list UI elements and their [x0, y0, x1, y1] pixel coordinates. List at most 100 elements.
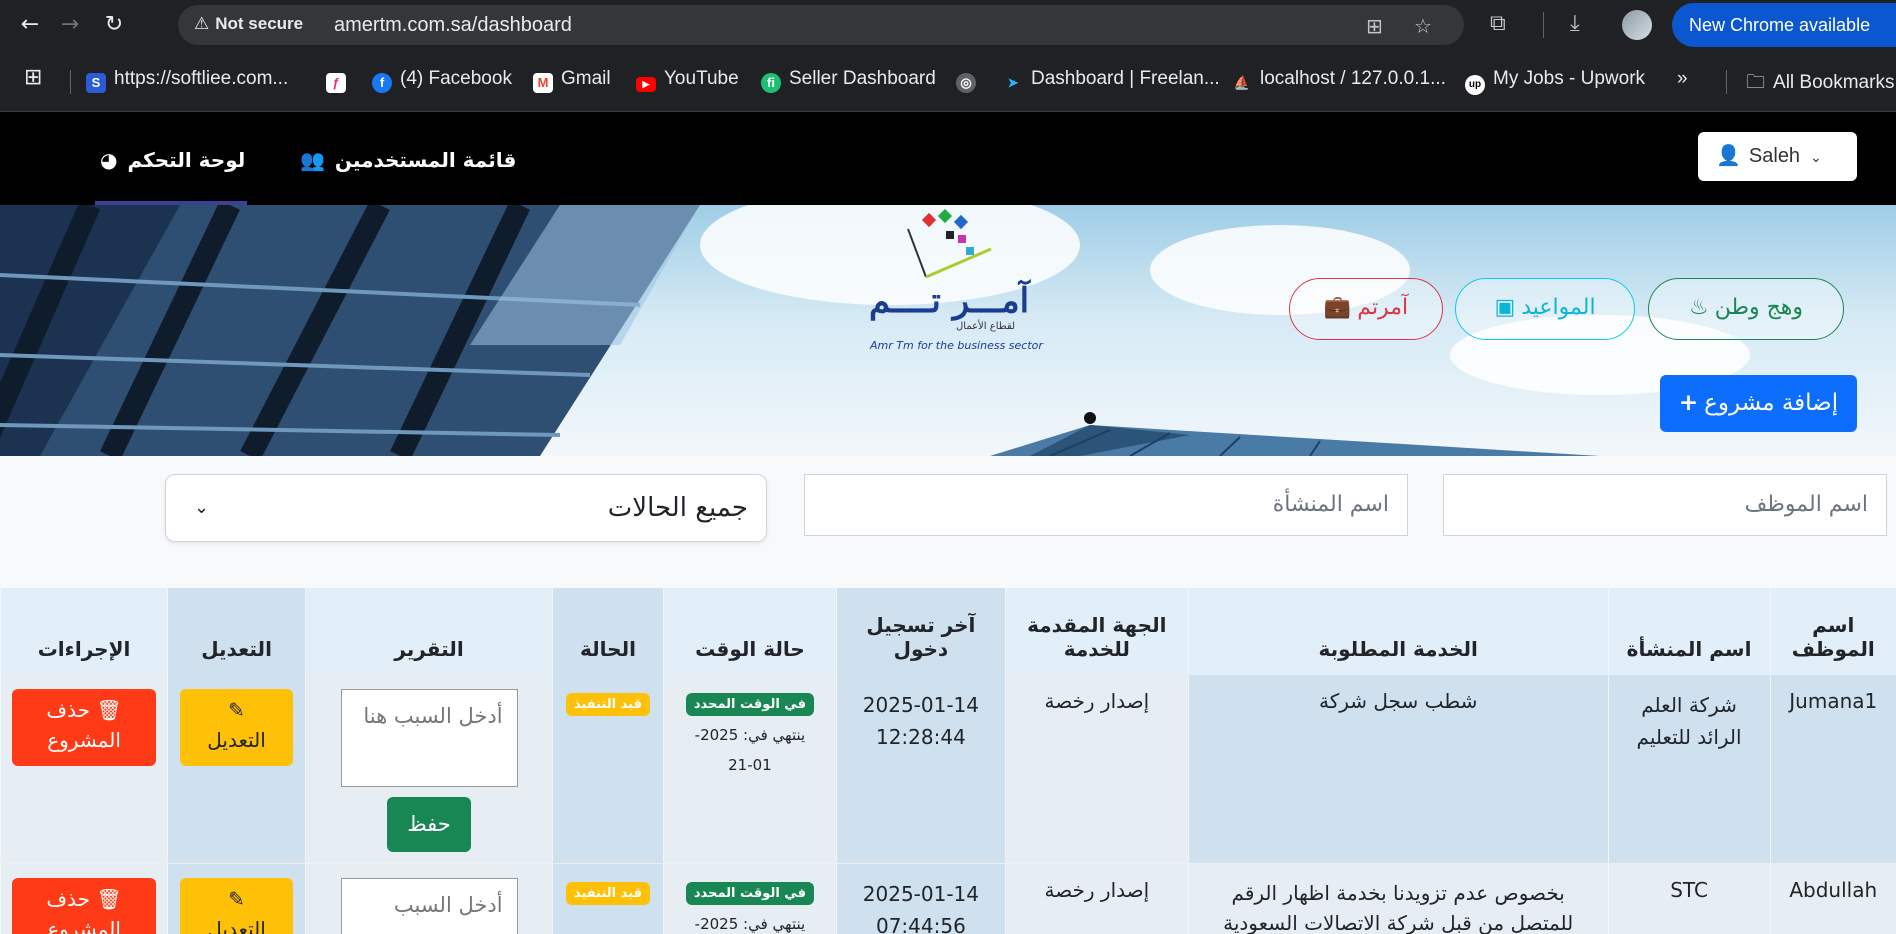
briefcase-icon: 💼	[1323, 295, 1352, 320]
cell-provider: إصدار رخصة	[1004, 675, 1189, 864]
company-name-filter[interactable]: اسم المنشأة	[804, 474, 1408, 536]
extensions-icon[interactable]: ⧉	[1490, 11, 1506, 36]
building-roof-image	[990, 412, 1600, 456]
logo-arabic-subtitle: لقطاع الأعمال	[956, 321, 1016, 332]
bookmark-facebook[interactable]: f (4) Facebook	[372, 68, 512, 93]
bookmark-seller-dashboard[interactable]: fi Seller Dashboard	[761, 68, 936, 93]
bookmarks-more[interactable]: »	[1677, 68, 1688, 90]
edit-icon: ✎	[228, 886, 245, 911]
cell-actions: 🗑 حذف المشروع	[0, 675, 168, 864]
bookmarks-bar: ⊞ Shttps://softliee.com... ƒ f (4) Facebo…	[0, 50, 1896, 112]
cell-time-status: في الوقت المحدد ينتهي في: 2025-01-	[662, 863, 837, 934]
freelancer-icon: ➤	[1007, 75, 1019, 90]
projects-table: اسم الموظف اسم المنشأة الخدمة المطلوبة ا…	[0, 588, 1896, 934]
forward-icon[interactable]: →	[56, 11, 84, 39]
user-icon: 👤	[1716, 145, 1741, 167]
cell-time-status: في الوقت المحدد ينتهي في: 2025-01-21	[662, 675, 837, 864]
last-login-time: 07:44:56	[875, 913, 966, 934]
header-actions: الإجراءات	[0, 588, 168, 675]
trash-icon: 🗑	[96, 698, 122, 722]
divider	[70, 70, 71, 94]
header-edit: التعديل	[167, 588, 306, 675]
address-bar[interactable]: ⚠ Not secure amertm.com.sa/dashboard ⊞ ☆	[178, 5, 1464, 45]
save-button[interactable]: حفظ	[387, 797, 472, 852]
report-textarea[interactable]: أدخل السبب هنا	[340, 689, 518, 787]
chevron-down-icon: ⌄	[1810, 149, 1822, 165]
user-dropdown[interactable]: 👤 Saleh ⌄	[1698, 132, 1857, 181]
calendar-check-icon: ▣	[1494, 295, 1516, 320]
building-glass-image	[0, 205, 700, 456]
on-time-badge: في الوقت المحدد	[685, 693, 814, 716]
table-row: Jumana1 شركة العلم الرائد للتعليم شطب سج…	[0, 675, 1896, 864]
download-icon[interactable]: ⤓	[1570, 11, 1580, 36]
edit-icon: ✎	[228, 698, 245, 722]
add-project-button[interactable]: + إضافة مشروع	[1660, 375, 1857, 432]
last-login-time: 12:28:44	[875, 725, 966, 749]
in-progress-badge: قيد التنفيذ	[565, 693, 650, 716]
cell-company: شركة العلم الرائد للتعليم	[1607, 675, 1771, 864]
last-login-date: 2025-01-14	[862, 693, 979, 717]
header-service: الخدمة المطلوبة	[1187, 588, 1609, 675]
not-secure-indicator[interactable]: ⚠ Not secure	[194, 14, 303, 34]
wahaj-watan-button[interactable]: ♨ وهج وطن	[1648, 278, 1844, 340]
trash-icon: 🗑	[96, 886, 122, 911]
apps-icon[interactable]: ⊞	[24, 64, 42, 90]
bookmark-pink[interactable]: ƒ	[326, 68, 354, 93]
profile-avatar[interactable]	[1622, 10, 1652, 40]
header-time-status: حالة الوقت	[662, 588, 837, 675]
header-status: الحالة	[552, 588, 664, 675]
delete-project-button[interactable]: 🗑 حذف المشروع	[12, 689, 157, 766]
cell-service: شطب سجل شركة	[1187, 675, 1609, 864]
edit-button[interactable]: ✎ التعديل	[180, 689, 294, 766]
cell-actions: 🗑 حذف المشروع	[0, 863, 168, 934]
star-icon[interactable]: ☆	[1414, 14, 1432, 38]
cell-status: قيد التنفيذ	[552, 863, 664, 934]
url-text[interactable]: amertm.com.sa/dashboard	[334, 14, 572, 37]
hero-banner: آمـــر تــــم لقطاع الأعمال Amr Tm for t…	[0, 205, 1896, 456]
app-navbar: ◕ لوحة التحكم 👥 قائمة المستخدمين 👤 Saleh ⌄	[0, 112, 1896, 205]
cell-provider: إصدار رخصة	[1004, 863, 1189, 934]
youtube-icon: ▶	[636, 77, 656, 92]
new-chrome-button[interactable]: New Chrome available	[1672, 3, 1896, 47]
fiverr-icon: fi	[761, 73, 781, 93]
reload-icon[interactable]: ↻	[100, 11, 128, 39]
company-logo: آمـــر تــــم لقطاع الأعمال Amr Tm for t…	[856, 209, 1043, 359]
nav-dashboard[interactable]: ◕ لوحة التحكم	[100, 148, 245, 172]
all-bookmarks[interactable]: 🗀 All Bookmarks	[1746, 68, 1894, 100]
cell-edit: ✎ التعديل	[167, 675, 306, 864]
bookmark-globe[interactable]: ◎	[956, 68, 984, 93]
upwork-icon: up	[1465, 75, 1485, 95]
cell-employee: Jumana1	[1769, 675, 1896, 864]
status-select[interactable]: ⌄ جميع الحالات	[165, 474, 767, 542]
appointments-button[interactable]: ▣ المواعيد	[1455, 278, 1635, 340]
table-header-row: اسم الموظف اسم المنشأة الخدمة المطلوبة ا…	[0, 588, 1896, 675]
table-row: Abdullah STC بخصوص عدم تزويدنا بخدمة اظه…	[0, 863, 1896, 934]
plus-icon: +	[1678, 390, 1699, 416]
employee-name-filter[interactable]: اسم الموظف	[1443, 474, 1887, 536]
users-icon: 👥	[300, 148, 325, 172]
bookmark-upwork[interactable]: up My Jobs - Upwork	[1465, 68, 1645, 95]
header-employee: اسم الموظف	[1769, 588, 1896, 675]
nav-users[interactable]: 👥 قائمة المستخدمين	[300, 148, 516, 172]
translate-icon[interactable]: ⊞	[1366, 14, 1383, 38]
bookmark-gmail[interactable]: M Gmail	[533, 68, 611, 93]
delete-project-button[interactable]: 🗑 حذف المشروع	[12, 877, 157, 934]
header-company: اسم المنشأة	[1607, 588, 1771, 675]
chevron-down-icon: ⌄	[194, 497, 210, 518]
cell-service: بخصوص عدم تزويدنا بخدمة اظهار الرقم للمت…	[1187, 863, 1609, 934]
logo-arabic-text: آمـــر تــــم	[868, 281, 1030, 321]
edit-button[interactable]: ✎ التعديل	[180, 877, 294, 934]
bookmark-youtube[interactable]: ▶ YouTube	[636, 68, 739, 92]
back-icon[interactable]: ←	[16, 11, 44, 39]
header-last-login: آخر تسجيل دخول	[835, 588, 1006, 675]
report-textarea[interactable]: أدخل السبب	[340, 877, 518, 934]
bookmark-freelancer[interactable]: ➤ Dashboard | Freelan...	[1003, 68, 1220, 93]
bookmark-softliee[interactable]: Shttps://softliee.com...	[86, 68, 288, 93]
flame-icon: ♨	[1688, 295, 1709, 320]
bookmark-phpmyadmin[interactable]: ⛵ localhost / 127.0.0.1...	[1232, 68, 1446, 93]
on-time-badge: في الوقت المحدد	[685, 881, 814, 905]
last-login-date: 2025-01-14	[862, 881, 979, 906]
divider	[1543, 12, 1544, 38]
cell-employee: Abdullah	[1769, 863, 1896, 934]
amertm-button[interactable]: 💼 آمرتم	[1289, 278, 1443, 340]
